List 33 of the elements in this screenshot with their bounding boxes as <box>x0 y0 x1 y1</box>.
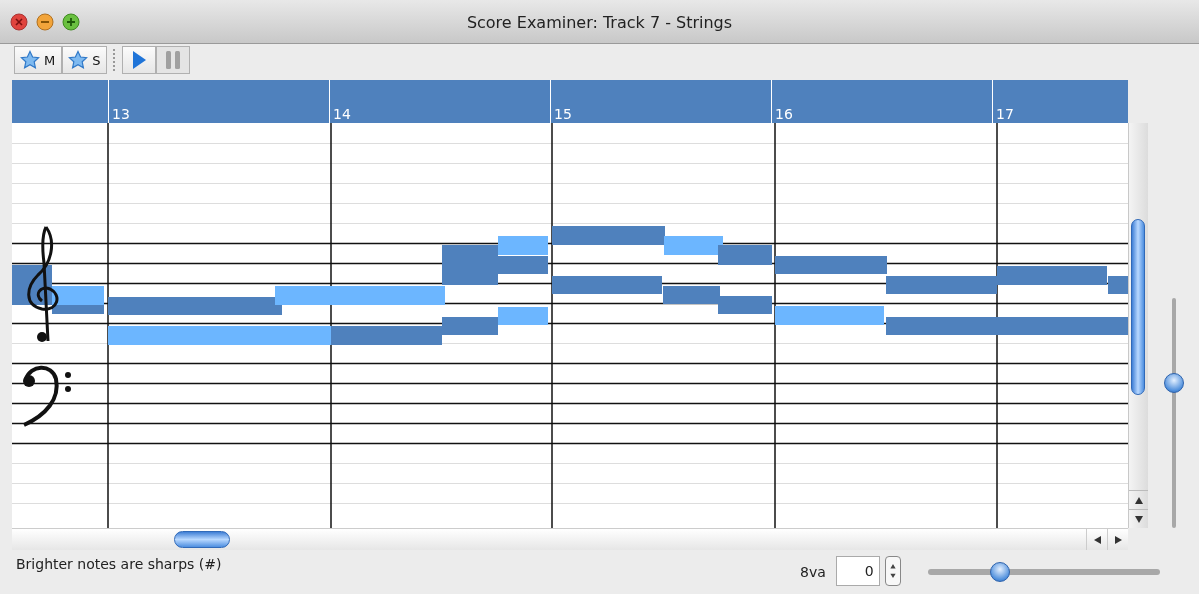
scroll-right-icon[interactable] <box>1114 535 1122 544</box>
scroll-thumb[interactable] <box>1131 219 1145 395</box>
measure-number: 13 <box>112 106 130 122</box>
note-bar <box>498 307 548 325</box>
close-icon[interactable] <box>10 12 28 31</box>
play-icon <box>131 50 148 70</box>
measure-number: 15 <box>554 106 572 122</box>
measure-number: 14 <box>333 106 351 122</box>
measure-number: 16 <box>775 106 793 122</box>
minimize-icon[interactable] <box>36 12 54 31</box>
scroll-up-icon[interactable] <box>1134 496 1143 504</box>
zoom-icon[interactable] <box>62 12 80 31</box>
horizontal-scrollbar[interactable] <box>12 528 1128 550</box>
octave-field[interactable]: 0 <box>835 556 880 586</box>
scroll-down-icon[interactable] <box>1134 515 1143 523</box>
play-button[interactable] <box>122 46 157 74</box>
slider-thumb[interactable] <box>1163 373 1184 394</box>
vertical-scrollbar[interactable] <box>1128 123 1148 528</box>
star-icon <box>20 50 40 70</box>
status-hint: Brighter notes are sharps (#) <box>16 556 223 572</box>
scroll-thumb[interactable] <box>174 531 230 548</box>
slider-thumb[interactable] <box>989 562 1010 582</box>
octave-label: 8va <box>800 564 826 580</box>
note-bar <box>718 296 772 314</box>
measure-number: 17 <box>996 106 1014 122</box>
window-title: Score Examiner: Track 7 - Strings <box>466 13 733 32</box>
toggle-button[interactable]: S <box>62 46 108 74</box>
scroll-left-icon[interactable] <box>1093 535 1101 544</box>
stepper-icon[interactable] <box>884 556 901 586</box>
note-bar <box>718 245 772 265</box>
star-icon <box>68 50 89 70</box>
toggle-button[interactable]: M <box>14 46 63 74</box>
pause-icon <box>165 50 182 70</box>
